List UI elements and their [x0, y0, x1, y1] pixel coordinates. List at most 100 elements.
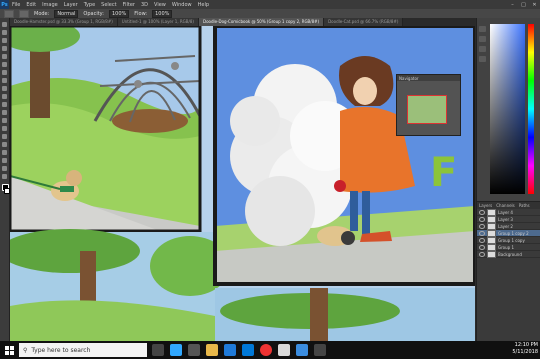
layers-panel: Layers Channels Paths Layer 4 Layer 3 La… [477, 201, 540, 342]
adjustments-panel-icon[interactable] [479, 56, 486, 62]
navigator-panel[interactable]: Navigator [396, 74, 461, 136]
mail-app-icon[interactable] [296, 344, 308, 356]
clock-time: 12:10 PM [514, 342, 538, 348]
edge-browser-icon[interactable] [224, 344, 236, 356]
comic-panel-trees [10, 229, 230, 341]
tab-paths[interactable]: Paths [517, 202, 532, 209]
layer-name: Background [498, 251, 522, 257]
menu-3d[interactable]: 3D [138, 2, 151, 8]
menu-file[interactable]: File [9, 2, 23, 8]
navigator-thumbnail[interactable] [407, 95, 447, 124]
history-panel-icon[interactable] [479, 26, 486, 32]
quick-select-tool-icon[interactable] [2, 46, 7, 51]
layer-name: Group 1 [498, 244, 514, 250]
layer-name: Group 1 copy [498, 237, 525, 243]
eyedropper-tool-icon[interactable] [2, 62, 7, 67]
menu-edit[interactable]: Edit [23, 2, 39, 8]
lasso-tool-icon[interactable] [2, 38, 7, 43]
hand-tool-icon[interactable] [2, 166, 7, 171]
tab-doodle-cat[interactable]: Doodle-Cat.psd @ 66.7% (RGB/8#) [324, 18, 404, 26]
taskbar-search-box[interactable]: ⚲ Type here to search [19, 343, 147, 357]
dodge-tool-icon[interactable] [2, 126, 7, 131]
start-button[interactable] [0, 341, 18, 359]
visibility-eye-icon[interactable] [479, 216, 485, 222]
opacity-label: Opacity: [83, 10, 104, 17]
eraser-tool-icon[interactable] [2, 102, 7, 107]
windows-logo-icon [4, 345, 14, 355]
store-app-icon[interactable] [242, 344, 254, 356]
properties-panel-icon[interactable] [479, 36, 486, 42]
marquee-tool-icon[interactable] [2, 30, 7, 35]
layer-thumbnail [487, 222, 496, 230]
search-placeholder: Type here to search [31, 346, 91, 354]
mode-select[interactable]: Normal [54, 9, 79, 18]
color-picker-field[interactable] [490, 24, 525, 194]
pen-tool-icon[interactable] [2, 134, 7, 139]
visibility-eye-icon[interactable] [479, 223, 485, 229]
maximize-button[interactable]: □ [518, 2, 529, 8]
blur-tool-icon[interactable] [2, 118, 7, 123]
options-bar: Mode: Normal Opacity: 100% Flow: 100% [0, 9, 540, 18]
layer-thumbnail [487, 229, 496, 237]
navigator-title: Navigator [397, 75, 460, 81]
task-view-icon[interactable] [152, 344, 164, 356]
photoshop-taskbar-icon[interactable] [170, 344, 182, 356]
gradient-tool-icon[interactable] [2, 110, 7, 115]
menu-image[interactable]: Image [39, 2, 61, 8]
visibility-eye-icon[interactable] [479, 230, 485, 236]
brush-size-icon[interactable] [19, 9, 29, 18]
visibility-eye-icon[interactable] [479, 209, 485, 215]
visibility-eye-icon[interactable] [479, 244, 485, 250]
app-icon[interactable] [278, 344, 290, 356]
menu-window[interactable]: Window [169, 2, 195, 8]
layer-name: Layer 4 [498, 209, 513, 215]
toolbox [0, 18, 10, 341]
brush-panel-icon[interactable] [479, 46, 486, 52]
menu-view[interactable]: View [151, 2, 169, 8]
layer-row[interactable]: Background [477, 250, 540, 258]
brush-tool-icon[interactable] [2, 78, 7, 83]
brush-preset-icon[interactable] [4, 9, 14, 18]
close-button[interactable]: ✕ [529, 2, 540, 8]
clone-stamp-tool-icon[interactable] [2, 86, 7, 91]
menu-type[interactable]: Type [81, 2, 98, 8]
move-tool-icon[interactable] [2, 22, 7, 27]
visibility-eye-icon[interactable] [479, 237, 485, 243]
type-tool-icon[interactable] [2, 142, 7, 147]
file-explorer-icon[interactable] [206, 344, 218, 356]
path-select-tool-icon[interactable] [2, 150, 7, 155]
crop-tool-icon[interactable] [2, 54, 7, 59]
layer-thumbnail [487, 243, 496, 251]
zoom-tool-icon[interactable] [2, 174, 7, 179]
menu-select[interactable]: Select [98, 2, 119, 8]
flow-label: Flow: [134, 10, 148, 17]
mode-label: Mode: [34, 10, 50, 17]
photos-app-icon[interactable] [188, 344, 200, 356]
layer-name: Layer 2 [498, 223, 513, 229]
menu-help[interactable]: Help [195, 2, 212, 8]
minimize-button[interactable]: – [507, 2, 518, 8]
opera-browser-icon[interactable] [260, 344, 272, 356]
layer-thumbnail [487, 208, 496, 216]
windows-taskbar: ⚲ Type here to search 12:10 PM 5/11/2018 [0, 341, 540, 359]
photoshop-logo-icon: Ps [0, 0, 9, 9]
history-brush-tool-icon[interactable] [2, 94, 7, 99]
layer-thumbnail [487, 236, 496, 244]
tab-untitled[interactable]: Untitled-1 @ 100% (Layer 1, RGB/8) [117, 18, 199, 26]
system-tray-clock[interactable]: 12:10 PM 5/11/2018 [512, 342, 538, 356]
healing-tool-icon[interactable] [2, 70, 7, 75]
shape-tool-icon[interactable] [2, 158, 7, 163]
visibility-eye-icon[interactable] [479, 251, 485, 257]
menu-layer[interactable]: Layer [61, 2, 81, 8]
app-icon[interactable] [314, 344, 326, 356]
layer-thumbnail [487, 250, 496, 258]
tab-channels[interactable]: Channels [494, 202, 517, 209]
flow-field[interactable]: 100% [152, 9, 173, 18]
tab-doodle-hamster[interactable]: Doodle-Hamster.psd @ 33.3% (Group 1, RGB… [10, 18, 118, 26]
menu-filter[interactable]: Filter [120, 2, 138, 8]
tab-doodle-dog-comicbook[interactable]: Doodle-Dog-Comicbook @ 50% (Group 1 copy… [198, 18, 325, 26]
window-controls: – □ ✕ [507, 2, 540, 8]
hue-slider[interactable] [528, 24, 534, 194]
comic-panel-park [10, 26, 202, 233]
opacity-field[interactable]: 100% [108, 9, 130, 18]
